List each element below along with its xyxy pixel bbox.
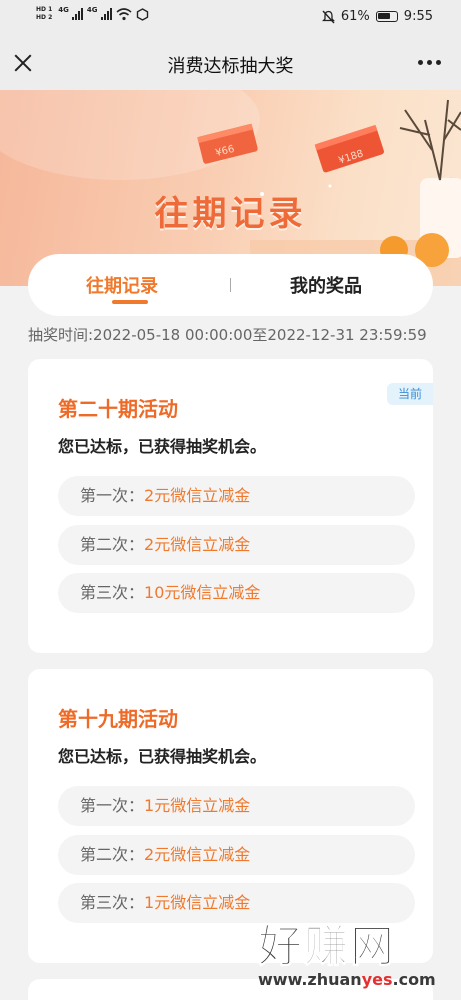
active-tab-indicator	[112, 300, 148, 304]
clock-time: 9:55	[403, 9, 433, 24]
status-right: 61% 9:55	[321, 9, 433, 24]
draw-label: 第三次：	[80, 583, 145, 602]
draw-label: 第三次：	[80, 893, 145, 912]
period-title: 第二十期活动	[58, 397, 178, 421]
title-bar: 消费达标抽大奖	[0, 36, 461, 90]
tab-past-records[interactable]: 往期记录	[86, 272, 158, 298]
battery-icon	[375, 11, 398, 22]
draw-label: 第二次：	[80, 845, 145, 864]
banner-title: 往期记录	[154, 194, 307, 234]
watermark-url-highlight: yes	[361, 970, 393, 989]
watermark-url-prefix: www.zhuan	[258, 970, 362, 989]
draw-row: 第二次：2元微信立减金	[58, 835, 415, 875]
more-icon[interactable]	[418, 60, 441, 65]
battery-percent: 61%	[340, 9, 370, 24]
hd-indicator: HD 1 HD 2	[36, 6, 52, 22]
status-left: HD 1 HD 2 4G 4G	[36, 6, 149, 22]
draw-row: 第一次：2元微信立减金	[58, 476, 415, 516]
page-title: 消费达标抽大奖	[167, 56, 294, 77]
hexagon-icon	[136, 7, 148, 21]
signal-icon	[100, 8, 112, 20]
network-gen-2: 4G	[86, 6, 98, 14]
draw-row: 第一次：1元微信立减金	[58, 786, 415, 826]
network-gen-1: 4G	[58, 6, 69, 14]
period-status: 您已达标，已获得抽奖机会。	[58, 437, 267, 456]
period-status: 您已达标，已获得抽奖机会。	[58, 747, 267, 766]
draw-label: 第一次：	[80, 486, 145, 505]
draw-prize: 2元微信立减金	[144, 535, 251, 554]
draw-row: 第二次：2元微信立减金	[58, 525, 415, 565]
watermark-text: 好赚网	[258, 921, 396, 973]
hd2-label: HD 2	[36, 14, 53, 21]
tab-my-prizes[interactable]: 我的奖品	[290, 272, 362, 298]
draw-prize: 10元微信立减金	[144, 583, 261, 602]
period-title: 第十九期活动	[58, 707, 178, 731]
period-card: 当前 第二十期活动 您已达标，已获得抽奖机会。 第一次：2元微信立减金 第二次：…	[28, 359, 433, 653]
watermark-url: www.zhuanyes.com	[258, 970, 436, 989]
watermark-url-suffix: .com	[392, 970, 436, 989]
watermark: 好赚网 www.zhuanyes.com	[252, 910, 452, 994]
current-badge: 当前	[387, 383, 433, 405]
mute-icon	[321, 10, 335, 23]
draw-prize: 1元微信立减金	[144, 796, 251, 815]
tab-bar: 往期记录 我的奖品	[28, 254, 433, 316]
draw-label: 第一次：	[80, 796, 145, 815]
hd1-label: HD 1	[36, 6, 53, 13]
draw-prize: 2元微信立减金	[144, 845, 251, 864]
status-bar: HD 1 HD 2 4G 4G 61% 9:55	[0, 0, 461, 36]
signal-icon	[71, 8, 83, 20]
draw-label: 第二次：	[80, 535, 145, 554]
lottery-time: 抽奖时间:2022-05-18 00:00:00至2022-12-31 23:5…	[28, 326, 427, 344]
draw-prize: 1元微信立减金	[144, 893, 251, 912]
draw-prize: 2元微信立减金	[144, 486, 251, 505]
draw-row: 第三次：10元微信立减金	[58, 573, 415, 613]
tab-divider	[230, 278, 231, 292]
wifi-icon	[115, 7, 132, 20]
